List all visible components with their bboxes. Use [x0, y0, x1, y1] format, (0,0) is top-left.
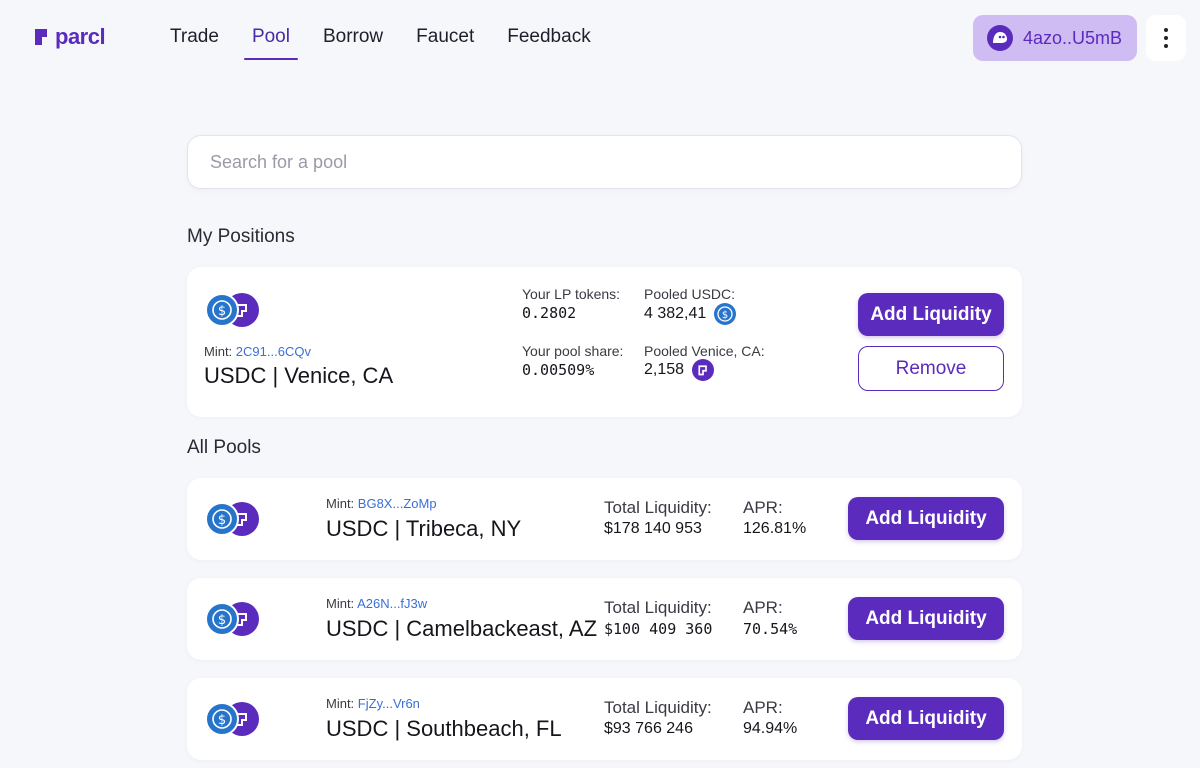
add-liquidity-button[interactable]: Add Liquidity — [848, 697, 1004, 740]
mint-label: Mint: — [326, 696, 355, 711]
pool-search — [187, 135, 1022, 189]
main-nav: Trade Pool Borrow Faucet Feedback — [170, 26, 624, 60]
total-liquidity-value: $100 409 360 — [604, 620, 713, 638]
apr-value: 70.54% — [743, 620, 798, 638]
lp-tokens-value: 0.2802 — [522, 304, 577, 322]
wallet-address: 4azo..U5mB — [1023, 27, 1123, 48]
mint-info: Mint: FjZy...Vr6n — [326, 696, 420, 711]
apr-value: 126.81% — [743, 520, 807, 537]
nav-faucet[interactable]: Faucet — [416, 26, 474, 60]
total-liquidity-label: Total Liquidity: — [604, 698, 712, 717]
total-liquidity-value: $93 766 246 — [604, 720, 693, 737]
logo-text: parcl — [55, 24, 106, 49]
pair-name: USDC | Camelbackeast, AZ — [326, 616, 598, 641]
parcl-logo[interactable]: parcl — [33, 24, 106, 50]
usdc-token-icon: $ — [205, 502, 239, 536]
token-pair-icon: $ — [205, 702, 261, 736]
token-pair-icon: $ — [205, 293, 261, 327]
position-card: $ Mint: 2C91...6CQv USDC | Venice, CA Yo… — [187, 267, 1022, 417]
mint-address-link[interactable]: BG8X...ZoMp — [358, 496, 437, 511]
pooled-usdc: 4 382,41 $ — [644, 303, 737, 325]
usdc-icon: $ — [714, 303, 737, 325]
pooled-usdc-label: Pooled USDC: — [644, 286, 736, 302]
mint-label: Mint: — [204, 344, 233, 359]
pool-card: $ Mint: FjZy...Vr6n USDC | Southbeach, F… — [187, 678, 1022, 760]
pair-name: USDC | Tribeca, NY — [326, 516, 522, 541]
usdc-token-icon: $ — [205, 602, 239, 636]
wallet-button[interactable]: 4azo..U5mB — [973, 15, 1137, 61]
pooled-asset: 2,158 — [644, 359, 715, 381]
all-pools-title: All Pools — [187, 437, 261, 458]
apr-label: APR: — [743, 498, 783, 517]
pooled-usdc-value: 4 382,41 — [644, 305, 707, 322]
usdc-token-icon: $ — [205, 293, 239, 327]
apr-label: APR: — [743, 598, 783, 617]
usdc-token-icon: $ — [205, 702, 239, 736]
nav-borrow[interactable]: Borrow — [323, 26, 383, 60]
parcl-icon — [692, 359, 715, 381]
svg-text:$: $ — [722, 310, 728, 321]
my-positions-title: My Positions — [187, 226, 295, 247]
pool-page: parcl Trade Pool Borrow Faucet Feedback … — [0, 0, 1200, 768]
wallet-ghost-icon — [987, 25, 1013, 51]
pool-card: $ Mint: BG8X...ZoMp USDC | Tribeca, NY T… — [187, 478, 1022, 560]
lp-tokens-label: Your LP tokens: — [522, 286, 621, 302]
add-liquidity-button[interactable]: Add Liquidity — [848, 497, 1004, 540]
menu-dot — [1164, 36, 1168, 40]
pool-share-value: 0.00509% — [522, 361, 595, 379]
mint-info: Mint: A26N...fJ3w — [326, 596, 427, 611]
pair-name: USDC | Southbeach, FL — [326, 716, 562, 741]
pool-card: $ Mint: A26N...fJ3w USDC | Camelbackeast… — [187, 578, 1022, 660]
nav-trade[interactable]: Trade — [170, 26, 219, 60]
mint-address-link[interactable]: 2C91...6CQv — [236, 344, 311, 359]
pooled-asset-label: Pooled Venice, CA: — [644, 343, 765, 359]
svg-text:$: $ — [218, 613, 226, 628]
token-pair-icon: $ — [205, 602, 261, 636]
nav-pool[interactable]: Pool — [243, 26, 299, 60]
add-liquidity-button[interactable]: Add Liquidity — [848, 597, 1004, 640]
total-liquidity-value: $178 140 953 — [604, 520, 702, 537]
mint-label: Mint: — [326, 596, 355, 611]
search-input[interactable] — [188, 136, 1021, 188]
nav-feedback[interactable]: Feedback — [507, 26, 590, 60]
menu-dot — [1164, 44, 1168, 48]
svg-text:$: $ — [218, 513, 226, 528]
apr-value: 94.94% — [743, 720, 798, 737]
pooled-asset-value: 2,158 — [644, 361, 685, 378]
parcl-logo-icon — [35, 29, 47, 45]
token-pair-icon: $ — [205, 502, 261, 536]
total-liquidity-label: Total Liquidity: — [604, 598, 712, 617]
menu-dot — [1164, 28, 1168, 32]
add-liquidity-button[interactable]: Add Liquidity — [858, 293, 1004, 336]
apr-label: APR: — [743, 698, 783, 717]
mint-address-link[interactable]: FjZy...Vr6n — [358, 696, 420, 711]
total-liquidity-label: Total Liquidity: — [604, 498, 712, 517]
svg-text:$: $ — [218, 304, 226, 319]
svg-text:$: $ — [218, 713, 226, 728]
mint-info: Mint: 2C91...6CQv — [204, 344, 311, 359]
pool-share-label: Your pool share: — [522, 343, 624, 359]
more-vertical-icon[interactable] — [1146, 15, 1186, 61]
mint-address-link[interactable]: A26N...fJ3w — [357, 596, 427, 611]
mint-label: Mint: — [326, 496, 355, 511]
remove-liquidity-button[interactable]: Remove — [858, 346, 1004, 391]
mint-info: Mint: BG8X...ZoMp — [326, 496, 437, 511]
pair-name: USDC | Venice, CA — [204, 363, 394, 388]
